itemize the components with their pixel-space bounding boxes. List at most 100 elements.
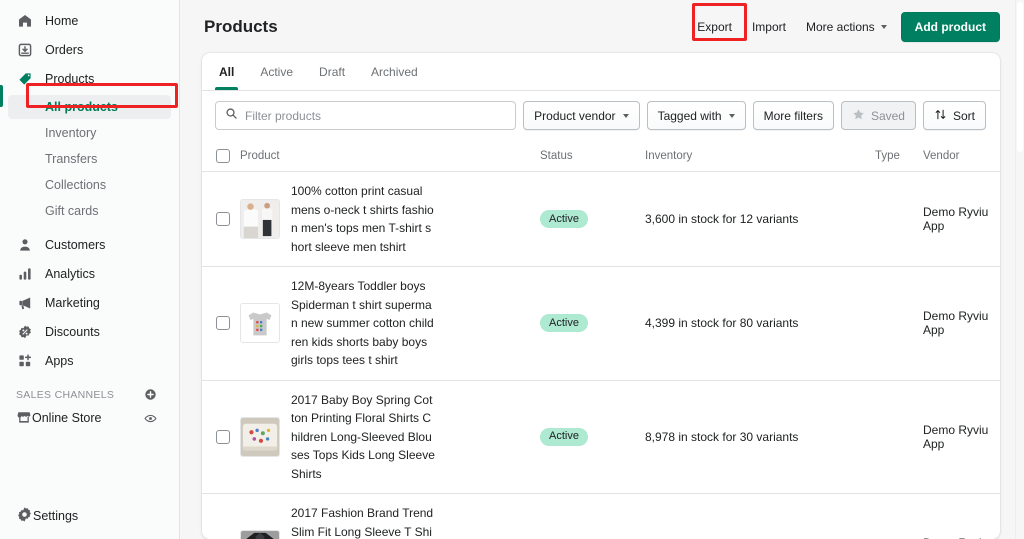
column-header-type: Type	[875, 150, 923, 162]
tab-label: Active	[260, 65, 293, 79]
inventory-cell: 3,600 in stock for 12 variants	[645, 212, 875, 226]
customers-icon	[16, 236, 34, 254]
sort-button[interactable]: Sort	[923, 101, 986, 130]
marketing-megaphone-icon	[16, 294, 34, 312]
sidebar-item-discounts[interactable]: Discounts	[8, 319, 171, 345]
sidebar-subitem-label: Gift cards	[45, 204, 99, 218]
select-all-checkbox[interactable]	[216, 149, 230, 163]
apps-grid-plus-icon	[16, 352, 34, 370]
product-title[interactable]: 2017 Baby Boy Spring Cotton Printing Flo…	[291, 391, 435, 484]
page-header: Products Export Import More actions Add …	[180, 0, 1024, 53]
sidebar-item-label: Customers	[45, 238, 105, 252]
inventory-cell: 8,978 in stock for 30 variants	[645, 430, 875, 444]
row-select-cell	[202, 212, 240, 226]
sidebar-item-products[interactable]: Products	[8, 66, 171, 92]
tab-label: All	[219, 65, 234, 79]
product-title[interactable]: 100% cotton print casual mens o-neck t s…	[291, 182, 435, 256]
status-cell: Active	[540, 210, 645, 228]
product-title[interactable]: 2017 Fashion Brand Trend Slim Fit Long S…	[291, 504, 435, 539]
row-checkbox[interactable]	[216, 316, 230, 330]
product-thumbnail	[240, 199, 280, 239]
sidebar-item-transfers[interactable]: Transfers	[8, 147, 171, 171]
tab-label: Draft	[319, 65, 345, 79]
sidebar-item-label: Orders	[45, 43, 83, 57]
tab-draft[interactable]: Draft	[306, 53, 358, 90]
more-actions-label: More actions	[806, 20, 875, 34]
add-product-button[interactable]: Add product	[901, 12, 1000, 42]
scrollbar-thumb[interactable]	[1017, 2, 1023, 152]
sidebar-item-label: Settings	[33, 509, 78, 523]
tab-archived[interactable]: Archived	[358, 53, 431, 90]
more-actions-button[interactable]: More actions	[800, 14, 893, 40]
sidebar-subitem-label: Inventory	[45, 126, 96, 140]
vendor-cell: Demo Ryviu App	[923, 205, 1000, 233]
header-actions: Export Import More actions Add product	[691, 12, 1000, 42]
sidebar-item-label: Analytics	[45, 267, 95, 281]
table-row[interactable]: 100% cotton print casual mens o-neck t s…	[202, 172, 1000, 267]
sort-arrows-icon	[934, 108, 947, 124]
product-vendor-filter-button[interactable]: Product vendor	[523, 101, 639, 130]
sidebar: Home Orders Products All products	[0, 0, 180, 539]
tab-all[interactable]: All	[206, 53, 247, 90]
sidebar-item-apps[interactable]: Apps	[8, 348, 171, 374]
sidebar-item-analytics[interactable]: Analytics	[8, 261, 171, 287]
saved-button: Saved	[841, 101, 916, 130]
product-thumbnail	[240, 303, 280, 343]
search-icon	[225, 107, 238, 125]
sidebar-item-online-store[interactable]: Online Store	[8, 405, 171, 431]
eye-icon[interactable]	[144, 412, 157, 425]
sidebar-item-label: Online Store	[32, 411, 101, 425]
sidebar-item-all-products[interactable]: All products	[8, 95, 171, 119]
product-cell: 2017 Fashion Brand Trend Slim Fit Long S…	[240, 504, 540, 539]
import-button[interactable]: Import	[746, 14, 792, 40]
plus-circle-icon[interactable]	[144, 388, 157, 401]
tagged-with-label: Tagged with	[658, 109, 722, 123]
status-cell: Active	[540, 314, 645, 332]
sidebar-item-label: Marketing	[45, 296, 100, 310]
product-thumbnail	[240, 417, 280, 457]
products-tag-icon	[16, 70, 34, 88]
orders-icon	[16, 41, 34, 59]
sidebar-item-gift-cards[interactable]: Gift cards	[8, 199, 171, 223]
sidebar-item-label: Apps	[45, 354, 74, 368]
table-row[interactable]: 2017 Fashion Brand Trend Slim Fit Long S…	[202, 494, 1000, 539]
sidebar-item-label: Discounts	[45, 325, 100, 339]
search-field-wrapper[interactable]	[215, 101, 516, 130]
sidebar-item-home[interactable]: Home	[8, 8, 171, 34]
row-checkbox[interactable]	[216, 430, 230, 444]
sidebar-item-marketing[interactable]: Marketing	[8, 290, 171, 316]
table-row[interactable]: 2017 Baby Boy Spring Cotton Printing Flo…	[202, 381, 1000, 495]
store-icon	[16, 409, 32, 428]
product-title[interactable]: 12M-8years Toddler boys Spiderman t shir…	[291, 277, 435, 370]
sidebar-item-orders[interactable]: Orders	[8, 37, 171, 63]
row-checkbox[interactable]	[216, 212, 230, 226]
more-filters-button[interactable]: More filters	[753, 101, 834, 130]
table-row[interactable]: 12M-8years Toddler boys Spiderman t shir…	[202, 267, 1000, 381]
product-thumbnail	[240, 530, 280, 539]
search-input[interactable]	[245, 109, 506, 123]
star-icon	[852, 108, 865, 124]
sidebar-item-inventory[interactable]: Inventory	[8, 121, 171, 145]
tab-active[interactable]: Active	[247, 53, 306, 90]
status-badge: Active	[540, 428, 588, 446]
status-cell: Active	[540, 428, 645, 446]
chevron-down-icon	[623, 114, 629, 118]
column-header-status: Status	[540, 150, 645, 162]
sidebar-item-settings[interactable]: Settings	[8, 503, 86, 529]
active-nav-accent-bar	[0, 85, 3, 107]
tagged-with-filter-button[interactable]: Tagged with	[647, 101, 746, 130]
product-cell: 100% cotton print casual mens o-neck t s…	[240, 182, 540, 256]
sidebar-item-customers[interactable]: Customers	[8, 232, 171, 258]
sidebar-item-collections[interactable]: Collections	[8, 173, 171, 197]
tab-label: Archived	[371, 65, 418, 79]
main-content: Products Export Import More actions Add …	[180, 0, 1024, 539]
inventory-cell: 4,399 in stock for 80 variants	[645, 316, 875, 330]
analytics-bars-icon	[16, 265, 34, 283]
page-scrollbar[interactable]	[1015, 0, 1024, 539]
product-cell: 12M-8years Toddler boys Spiderman t shir…	[240, 277, 540, 370]
products-card: All Active Draft Archived	[202, 53, 1000, 539]
status-badge: Active	[540, 314, 588, 332]
row-select-cell	[202, 316, 240, 330]
export-button[interactable]: Export	[691, 14, 738, 40]
page-title: Products	[204, 17, 278, 37]
